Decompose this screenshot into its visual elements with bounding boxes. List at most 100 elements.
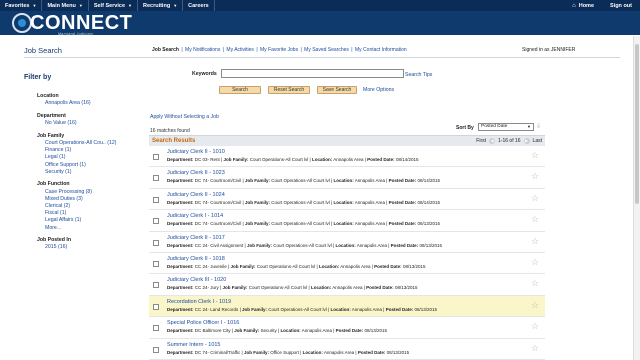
filter-item[interactable]: Legal (1)	[37, 154, 117, 161]
menu-main[interactable]: Main Menu ▼	[42, 0, 89, 11]
job-department: CC 24- Jury	[194, 285, 219, 291]
save-search-button[interactable]: Save Search	[317, 86, 357, 94]
subnav-my-contact-information[interactable]: My Contact Information	[355, 47, 407, 53]
previous-icon[interactable]: ◀	[489, 138, 496, 144]
job-title-link[interactable]: Judiciary Clerk III - 1020	[167, 277, 226, 283]
filter-item[interactable]: Clerical (2)	[37, 203, 117, 210]
subnav-job-search[interactable]: Job Search	[152, 47, 179, 53]
favorite-star-icon[interactable]: ☆	[531, 300, 539, 310]
job-department: CC 24- Civil Assignment	[194, 242, 244, 248]
job-title-link[interactable]: Judiciary Clerk II - 1017	[167, 235, 225, 241]
result-row[interactable]: Judiciary Clerk II - 1017 Department: CC …	[149, 232, 545, 253]
filter-item[interactable]: Office Support (1)	[37, 162, 117, 169]
meta-label: Department:	[167, 221, 194, 227]
filter-item[interactable]: Mixed Duties (3)	[37, 196, 117, 203]
select-checkbox[interactable]	[153, 282, 159, 289]
chevron-down-icon: ▼	[32, 3, 37, 8]
job-title-link[interactable]: Judiciary Clerk II - 1024	[167, 192, 225, 198]
job-title-link[interactable]: Summer Intern - 1015	[167, 342, 221, 348]
filter-item[interactable]: Legal Affairs (1)	[37, 217, 117, 224]
topbar-actions: ⌂ Home Sign out	[564, 3, 640, 9]
result-row[interactable]: Judiciary Clerk II - 1010 Department: DC …	[149, 146, 545, 168]
job-department: DC 74- Courtroom/Civil	[194, 221, 242, 227]
subnav-my-favorite-jobs[interactable]: My Favorite Jobs	[260, 47, 298, 53]
subnav-my-saved-searches[interactable]: My Saved Searches	[304, 47, 349, 53]
chevron-down-icon: ▼	[78, 3, 83, 8]
search-tips-link[interactable]: Search Tips	[405, 72, 432, 78]
home-link[interactable]: ⌂ Home	[564, 3, 602, 9]
select-checkbox[interactable]	[153, 154, 159, 160]
result-row[interactable]: Judiciary Clerk II - 1023 Department: DC …	[149, 167, 545, 189]
scrollbar-thumb[interactable]	[635, 44, 639, 204]
subnav-my-activities[interactable]: My Activities	[226, 47, 254, 53]
filter-more-link[interactable]: More...	[37, 225, 117, 232]
connect-logo-icon	[12, 13, 32, 33]
job-title-link[interactable]: Special Police Officer I - 1016	[167, 320, 239, 326]
filter-item[interactable]: Case Processing (8)	[37, 189, 117, 196]
job-title-link[interactable]: Judiciary Clerk I - 1014	[167, 213, 223, 219]
menu-favorites[interactable]: Favorites ▼	[0, 0, 43, 11]
favorite-star-icon[interactable]: ☆	[531, 193, 539, 203]
page-scrollbar[interactable]	[633, 36, 640, 360]
filter-item[interactable]: Finance (1)	[37, 147, 117, 154]
filter-item[interactable]: Annapolis Area (16)	[37, 100, 117, 107]
favorite-star-icon[interactable]: ☆	[531, 236, 539, 246]
menu-self-service[interactable]: Self Service ▼	[89, 0, 138, 11]
meta-label: Posted Date:	[367, 157, 395, 162]
filter-item[interactable]: 2015 (16)	[37, 244, 117, 251]
select-checkbox[interactable]	[153, 196, 159, 203]
favorite-star-icon[interactable]: ☆	[531, 257, 539, 267]
reset-search-button[interactable]: Reset Search	[268, 86, 310, 94]
result-row[interactable]: Recordation Clerk I - 1019 Department: CC…	[149, 295, 545, 318]
filter-item[interactable]: Court Operations-All Cou.. (12)	[37, 140, 117, 147]
favorite-star-icon[interactable]: ☆	[531, 343, 539, 353]
sort-by-label: Sort By	[456, 125, 474, 131]
pager-last[interactable]: Last	[533, 138, 542, 144]
select-checkbox[interactable]	[153, 239, 159, 246]
job-title-link[interactable]: Recordation Clerk I - 1019	[167, 299, 231, 305]
select-checkbox[interactable]	[153, 325, 159, 332]
favorite-star-icon[interactable]: ☆	[531, 215, 539, 224]
signout-link[interactable]: Sign out	[602, 3, 640, 9]
favorite-star-icon[interactable]: ☆	[531, 172, 539, 181]
keywords-input[interactable]	[221, 69, 404, 78]
favorite-star-icon[interactable]: ☆	[531, 151, 539, 160]
meta-label: Location:	[333, 178, 354, 184]
favorite-star-icon[interactable]: ☆	[531, 322, 539, 331]
menu-recruiting[interactable]: Recruiting ▼	[138, 0, 184, 11]
filter-item[interactable]: No Value (16)	[37, 120, 117, 127]
next-icon[interactable]: ▶	[523, 138, 530, 144]
job-title-link[interactable]: Judiciary Clerk II - 1018	[167, 256, 225, 262]
sort-direction-icon[interactable]: ⇩	[536, 123, 541, 130]
filter-item[interactable]: Security (1)	[37, 169, 117, 176]
filter-group-job-posted-in: Job Posted In 2015 (16)	[37, 237, 117, 251]
job-meta: Department: DC 03- Rent | Job Family: Co…	[167, 157, 419, 162]
select-checkbox[interactable]	[153, 260, 159, 267]
job-family: Court Operations-All Court lvl	[271, 178, 330, 184]
result-row[interactable]: Summer Intern - 1015 Department: DC 74- C…	[149, 339, 545, 360]
apply-without-job-link[interactable]: Apply Without Selecting a Job	[150, 114, 219, 120]
favorite-star-icon[interactable]: ☆	[531, 279, 539, 288]
result-row[interactable]: Judiciary Clerk II - 1024 Department: DC …	[149, 189, 545, 211]
filter-item[interactable]: Fiscal (1)	[37, 210, 117, 217]
job-meta: Department: CC 24- Civil Assignment | Jo…	[167, 242, 442, 248]
job-title-link[interactable]: Judiciary Clerk II - 1010	[167, 149, 225, 155]
job-location: Annapolis Area	[301, 328, 332, 334]
search-button[interactable]: Search	[219, 86, 261, 94]
result-row[interactable]: Judiciary Clerk III - 1020 Department: CC…	[149, 274, 545, 296]
select-checkbox[interactable]	[153, 175, 159, 182]
subnav-my-notifications[interactable]: My Notifications	[185, 47, 220, 53]
result-row[interactable]: Judiciary Clerk II - 1018 Department: CC …	[149, 253, 545, 275]
select-checkbox[interactable]	[153, 346, 159, 353]
result-row[interactable]: Judiciary Clerk I - 1014 Department: DC 7…	[149, 210, 545, 232]
job-meta: Department: DC 74- Criminal/Traffic | Jo…	[167, 349, 410, 355]
select-checkbox[interactable]	[153, 303, 159, 310]
pager-first[interactable]: First	[476, 138, 486, 144]
sort-by-select[interactable]: Posted Date ▼	[478, 123, 534, 131]
more-options-link[interactable]: More Options	[363, 87, 394, 93]
job-title-link[interactable]: Judiciary Clerk II - 1023	[167, 170, 225, 176]
job-family: Security	[260, 328, 277, 334]
select-checkbox[interactable]	[153, 218, 159, 225]
menu-careers[interactable]: Careers	[183, 0, 215, 11]
result-row[interactable]: Special Police Officer I - 1016 Departmen…	[149, 317, 545, 339]
